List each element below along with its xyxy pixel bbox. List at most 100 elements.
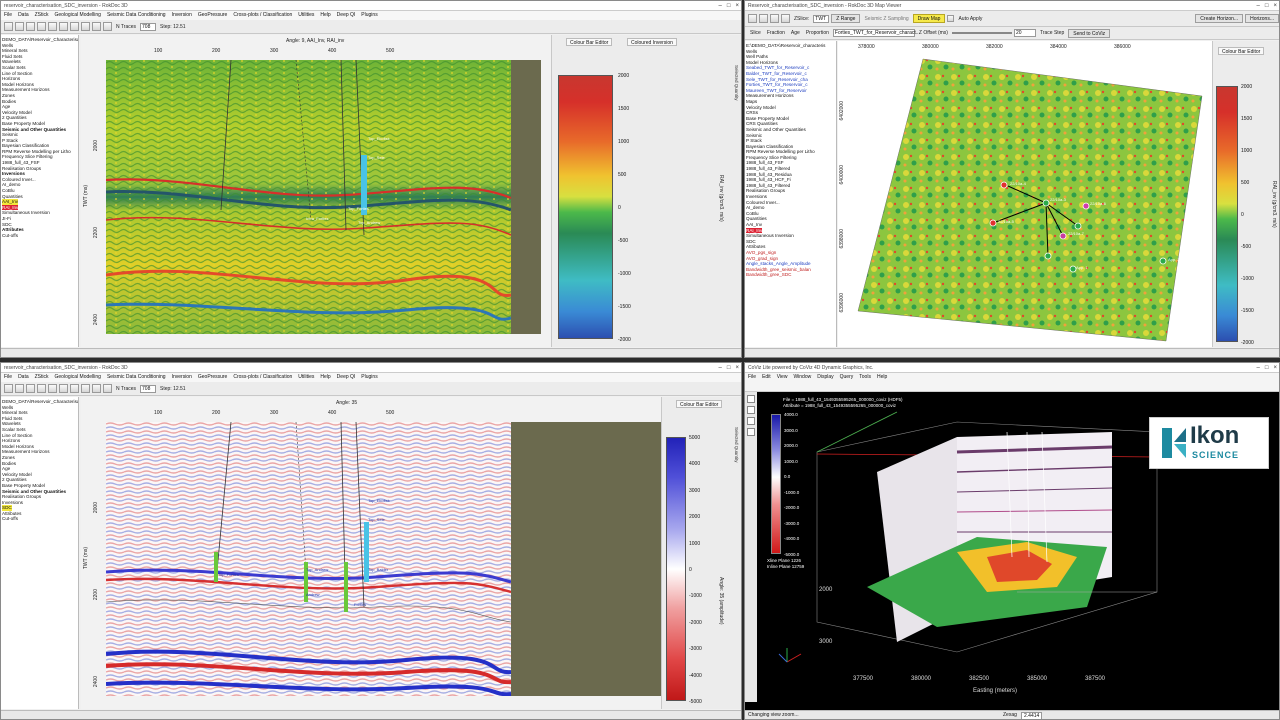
pan-icon[interactable]: [48, 384, 57, 393]
menu-item-zstick[interactable]: ZStick: [35, 11, 49, 20]
minimize-icon[interactable]: –: [719, 363, 722, 373]
minimize-icon[interactable]: –: [719, 1, 722, 11]
zoom-out-icon[interactable]: [759, 14, 768, 23]
maximize-icon[interactable]: □: [1265, 1, 1269, 11]
print-icon[interactable]: [70, 22, 79, 31]
fraction-radio[interactable]: Fraction: [767, 30, 785, 36]
pointer-icon[interactable]: [59, 384, 68, 393]
menu-item-deep-qi[interactable]: Deep QI: [337, 373, 356, 382]
traces-input[interactable]: 708: [140, 22, 157, 31]
menu-item-window[interactable]: Window: [793, 373, 811, 382]
menu-item-file[interactable]: File: [4, 373, 12, 382]
save-icon[interactable]: [26, 384, 35, 393]
menu-item-file[interactable]: File: [748, 373, 756, 382]
menu-item-help[interactable]: Help: [320, 373, 330, 382]
zexag-input[interactable]: 2.4414: [1021, 712, 1043, 719]
zoom-icon[interactable]: [37, 384, 46, 393]
map-area[interactable]: 378000 380000 382000 384000 386000 6402000 64…: [838, 41, 1212, 347]
menu-item-view[interactable]: View: [777, 373, 788, 382]
z-offset-slider[interactable]: [951, 32, 1012, 34]
pan-icon[interactable]: [747, 428, 755, 436]
menu-item-help[interactable]: Help: [877, 373, 887, 382]
menu-item-data[interactable]: Data: [18, 373, 29, 382]
close-icon[interactable]: ×: [1273, 1, 1277, 11]
menu-item-seismic-data-conditioning[interactable]: Seismic Data Conditioning: [107, 373, 166, 382]
tree-item[interactable]: Cut-offs: [1, 233, 78, 239]
menu-item-data[interactable]: Data: [18, 11, 29, 20]
horizon-select[interactable]: Forties_TWT_for_Reservoir_charact...: [832, 29, 920, 37]
menu-item-geological-modelling[interactable]: Geological Modelling: [55, 373, 101, 382]
seismic-z-sampling-button[interactable]: Seismic Z Sampling: [864, 16, 908, 22]
menu-item-geopressure[interactable]: GeoPressure: [198, 11, 227, 20]
menu-item-cross-plots-classification[interactable]: Cross-plots / Classification: [233, 11, 292, 20]
menu-item-deep-qi[interactable]: Deep QI: [337, 11, 356, 20]
pointer-icon[interactable]: [747, 395, 755, 403]
seismic-section-angle[interactable]: Top_Ekofisk Top_Sele Top_Forties Top_Andrew…: [106, 422, 511, 696]
menu-item-plugins[interactable]: Plugins: [361, 373, 377, 382]
draw-map-button[interactable]: Draw Map: [912, 14, 946, 23]
maximize-icon[interactable]: □: [727, 363, 731, 373]
proportion-radio[interactable]: Proportion: [806, 30, 829, 36]
menu-item-inversion[interactable]: Inversion: [172, 373, 192, 382]
open-icon[interactable]: [15, 22, 24, 31]
settings-icon[interactable]: [92, 384, 101, 393]
menu-item-edit[interactable]: Edit: [762, 373, 771, 382]
auto-apply-checkbox[interactable]: [947, 15, 955, 22]
age-radio[interactable]: Age: [791, 30, 800, 36]
selected-quantity-tab[interactable]: Selected Quantity: [734, 65, 739, 101]
export-icon[interactable]: [103, 22, 112, 31]
open-icon[interactable]: [15, 384, 24, 393]
new-icon[interactable]: [4, 384, 13, 393]
close-icon[interactable]: ×: [735, 363, 739, 373]
grid-icon[interactable]: [81, 384, 90, 393]
tree-item[interactable]: Cut-offs: [1, 516, 78, 522]
menu-item-cross-plots-classification[interactable]: Cross-plots / Classification: [233, 373, 292, 382]
selected-quantity-tab[interactable]: Selected Quantity: [734, 427, 739, 463]
pointer-icon[interactable]: [59, 22, 68, 31]
zslice-select[interactable]: TWT: [813, 14, 830, 23]
tree-item[interactable]: Bandwidth_gree_SDC: [745, 272, 836, 278]
menu-item-utilities[interactable]: Utilities: [298, 373, 314, 382]
zoom-in-icon[interactable]: [748, 14, 757, 23]
menu-item-help[interactable]: Help: [320, 11, 330, 20]
minimize-icon[interactable]: –: [1257, 363, 1260, 373]
menu-item-file[interactable]: File: [4, 11, 12, 20]
pan-icon[interactable]: [770, 14, 779, 23]
menu-item-tools[interactable]: Tools: [859, 373, 871, 382]
pan-icon[interactable]: [48, 22, 57, 31]
tree-item[interactable]: E:\DEMO_DATA\Reservoir_characteris: [745, 43, 836, 49]
print-icon[interactable]: [70, 384, 79, 393]
export-icon[interactable]: [103, 384, 112, 393]
zoom-icon[interactable]: [37, 22, 46, 31]
create-horizon-button[interactable]: Create Horizon...: [1195, 14, 1244, 23]
traces-input[interactable]: 708: [140, 384, 157, 393]
new-icon[interactable]: [4, 22, 13, 31]
tab-colour-bar-editor[interactable]: Colour Bar Editor: [676, 400, 723, 408]
save-icon[interactable]: [26, 22, 35, 31]
menu-item-seismic-data-conditioning[interactable]: Seismic Data Conditioning: [107, 11, 166, 20]
maximize-icon[interactable]: □: [1265, 363, 1269, 373]
tab-colour-bar-editor[interactable]: Colour Bar Editor: [566, 38, 613, 46]
rotate-icon[interactable]: [747, 406, 755, 414]
tab-coloured-inversion[interactable]: Coloured Inversion: [627, 38, 677, 46]
seismic-section-rai[interactable]: Top_Ekofisk Top_Sele Top_Forties Top_Andrew…: [106, 60, 511, 334]
settings-icon[interactable]: [92, 22, 101, 31]
menu-item-inversion[interactable]: Inversion: [172, 11, 192, 20]
maximize-icon[interactable]: □: [727, 1, 731, 11]
slice-radio[interactable]: Slice: [750, 30, 761, 36]
menu-item-query[interactable]: Query: [840, 373, 854, 382]
menu-item-plugins[interactable]: Plugins: [361, 11, 377, 20]
horizons-button[interactable]: Horizons...: [1245, 14, 1279, 23]
close-icon[interactable]: ×: [1273, 363, 1277, 373]
close-icon[interactable]: ×: [735, 1, 739, 11]
menu-item-zstick[interactable]: ZStick: [35, 373, 49, 382]
minimize-icon[interactable]: –: [1257, 1, 1260, 11]
tab-colour-bar-editor[interactable]: Colour Bar Editor: [1218, 47, 1265, 55]
fit-icon[interactable]: [781, 14, 790, 23]
zoom-icon[interactable]: [747, 417, 755, 425]
send-to-coviz-button[interactable]: Send to CoViz: [1068, 28, 1111, 38]
menu-item-display[interactable]: Display: [817, 373, 833, 382]
3d-viewport[interactable]: File = 1988_full_43_1549355595265_000000…: [757, 392, 1279, 702]
menu-item-geological-modelling[interactable]: Geological Modelling: [55, 11, 101, 20]
menu-item-geopressure[interactable]: GeoPressure: [198, 373, 227, 382]
